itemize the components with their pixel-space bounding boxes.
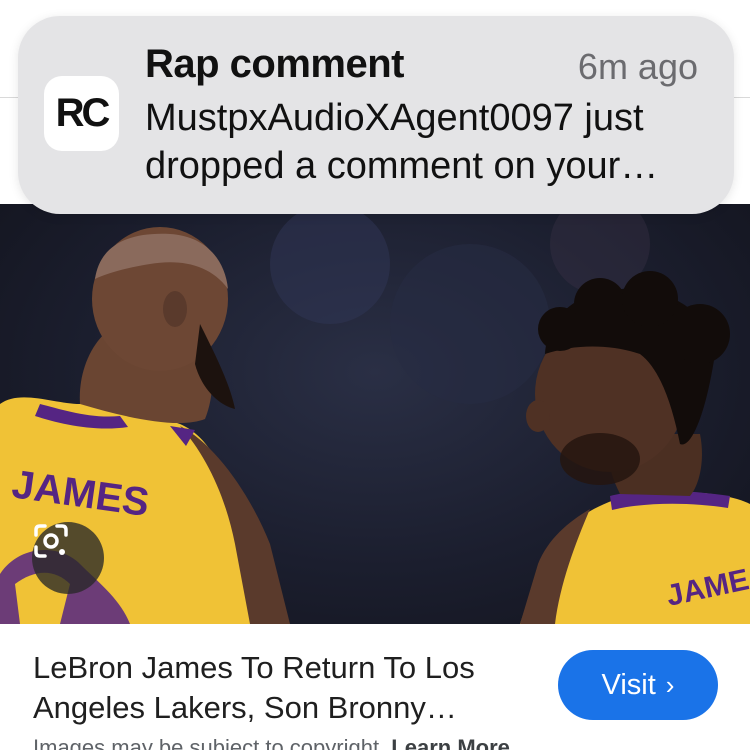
lens-button[interactable] (32, 522, 104, 594)
app-icon: RC (44, 76, 119, 151)
lakers-photo: JAMES JAME (0, 204, 750, 624)
copyright-text: Images may be subject to copyright. (33, 735, 386, 750)
notification-time: 6m ago (577, 46, 698, 87)
notification-body: MustpxAudioXAgent0097 just dropped a com… (145, 97, 659, 187)
notification-banner[interactable]: RC Rap comment 6m ago MustpxAudioXAgent0… (18, 16, 734, 214)
chevron-right-icon: › (665, 669, 675, 700)
visit-button[interactable]: Visit › (558, 650, 718, 720)
copyright-notice: Images may be subject to copyright. Lear… (33, 735, 510, 750)
visit-label: Visit (601, 668, 656, 701)
result-title[interactable]: LeBron James To Return To Los Angeles La… (33, 648, 533, 728)
result-image[interactable]: JAMES JAME (0, 204, 750, 624)
app-icon-text: RC (55, 91, 111, 135)
lens-icon (34, 524, 68, 558)
notification-title: Rap comment (145, 42, 405, 86)
learn-more-link[interactable]: Learn More (391, 735, 510, 750)
